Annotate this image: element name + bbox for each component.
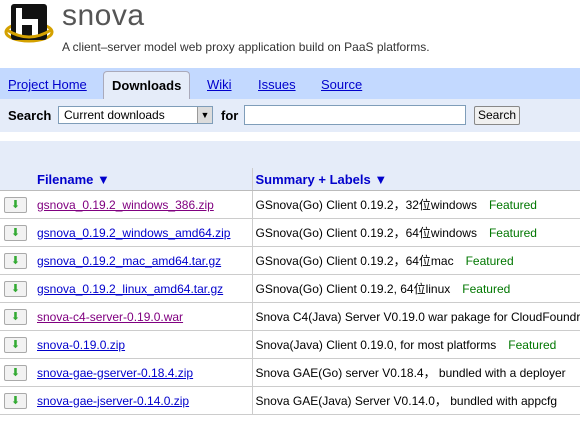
search-bar: Search Current downloads ▼ for Search	[0, 99, 580, 132]
project-tabs: Project Home Downloads Wiki Issues Sourc…	[0, 68, 580, 101]
download-arrow-icon[interactable]: ⬇	[4, 308, 27, 325]
filename-cell: snova-gae-jserver-0.14.0.zip	[34, 386, 253, 415]
downloads-table: Filename ▼ Summary + Labels ▼ ⬇ gsnova_0.…	[0, 168, 580, 415]
search-label: Search	[8, 108, 52, 123]
summary-cell: Snova C4(Java) Server V0.19.0 war pakage…	[252, 302, 580, 331]
summary-text: Snova GAE(Go) server V0.18.4， bundled wi…	[255, 366, 566, 380]
tab-wiki[interactable]: Wiki	[207, 77, 232, 92]
download-cell: ⬇	[0, 302, 34, 331]
table-row: ⬇ snova-gae-jserver-0.14.0.zip Snova GAE(J…	[0, 386, 580, 415]
download-arrow-icon[interactable]: ⬇	[4, 196, 27, 213]
download-cell: ⬇	[0, 190, 34, 219]
summary-text: GSnova(Go) Client 0.19.2，64位windows	[255, 226, 477, 240]
filename-link[interactable]: snova-0.19.0.zip	[37, 338, 125, 352]
filename-cell: snova-gae-gserver-0.18.4.zip	[34, 358, 253, 387]
summary-cell: GSnova(Go) Client 0.19.2，64位mac Featured	[252, 246, 580, 275]
chevron-down-icon[interactable]: ▼	[197, 107, 212, 123]
tab-project-home[interactable]: Project Home	[8, 77, 87, 92]
project-summary: A client–server model web proxy applicat…	[62, 40, 430, 54]
download-arrow-icon[interactable]: ⬇	[4, 224, 27, 241]
tab-downloads[interactable]: Downloads	[103, 71, 191, 101]
download-arrow-icon[interactable]: ⬇	[4, 252, 27, 269]
summary-cell: Snova(Java) Client 0.19.0, for most plat…	[252, 330, 580, 359]
filename-link[interactable]: snova-gae-gserver-0.18.4.zip	[37, 366, 193, 380]
search-scope-value: Current downloads	[64, 108, 165, 122]
project-logo-icon	[4, 4, 54, 43]
table-header-row: Filename ▼ Summary + Labels ▼	[0, 168, 580, 191]
tab-source[interactable]: Source	[321, 77, 362, 92]
table-row: ⬇ gsnova_0.19.2_mac_amd64.tar.gz GSnova(Go…	[0, 246, 580, 275]
project-name[interactable]: snova	[62, 0, 145, 33]
download-cell: ⬇	[0, 218, 34, 247]
table-row: ⬇ snova-0.19.0.zip Snova(Java) Client 0.19…	[0, 330, 580, 359]
filename-link[interactable]: snova-gae-jserver-0.14.0.zip	[37, 394, 189, 408]
filename-cell: snova-c4-server-0.19.0.war	[34, 302, 253, 331]
filename-cell: gsnova_0.19.2_linux_amd64.tar.gz	[34, 274, 253, 303]
tab-issues[interactable]: Issues	[258, 77, 296, 92]
summary-text: GSnova(Go) Client 0.19.2，32位windows	[255, 198, 477, 212]
filename-link[interactable]: snova-c4-server-0.19.0.war	[37, 310, 183, 324]
summary-text: Snova C4(Java) Server V0.19.0 war pakage…	[255, 309, 580, 324]
table-row: ⬇ snova-c4-server-0.19.0.war Snova C4(Java…	[0, 302, 580, 331]
search-scope-select[interactable]: Current downloads ▼	[58, 106, 213, 124]
download-column-header	[0, 168, 34, 191]
summary-text: Snova GAE(Java) Server V0.14.0， bundled …	[255, 394, 558, 408]
label-featured[interactable]: Featured	[466, 254, 514, 268]
filename-cell: gsnova_0.19.2_windows_amd64.zip	[34, 218, 253, 247]
download-arrow-icon[interactable]: ⬇	[4, 364, 27, 381]
download-cell: ⬇	[0, 358, 34, 387]
table-row: ⬇ gsnova_0.19.2_linux_amd64.tar.gz GSnova(…	[0, 274, 580, 303]
summary-cell: GSnova(Go) Client 0.19.2, 64位linux Featur…	[252, 274, 580, 303]
summary-cell: Snova GAE(Go) server V0.18.4， bundled wi…	[252, 358, 580, 387]
download-cell: ⬇	[0, 246, 34, 275]
label-featured[interactable]: Featured	[489, 198, 537, 212]
summary-cell: GSnova(Go) Client 0.19.2，64位windows Featu…	[252, 218, 580, 247]
filename-cell: gsnova_0.19.2_mac_amd64.tar.gz	[34, 246, 253, 275]
download-arrow-icon[interactable]: ⬇	[4, 392, 27, 409]
table-row: ⬇ snova-gae-gserver-0.18.4.zip Snova GAE(G…	[0, 358, 580, 387]
label-featured[interactable]: Featured	[462, 282, 510, 296]
label-featured[interactable]: Featured	[489, 226, 537, 240]
filename-link[interactable]: gsnova_0.19.2_linux_amd64.tar.gz	[37, 282, 223, 296]
project-header: snova A client–server model web proxy ap…	[0, 0, 580, 68]
filename-link[interactable]: gsnova_0.19.2_mac_amd64.tar.gz	[37, 254, 221, 268]
search-button[interactable]: Search	[474, 106, 520, 125]
download-arrow-icon[interactable]: ⬇	[4, 336, 27, 353]
filename-cell: snova-0.19.0.zip	[34, 330, 253, 359]
download-cell: ⬇	[0, 274, 34, 303]
summary-cell: GSnova(Go) Client 0.19.2，32位windows Featu…	[252, 190, 580, 219]
filename-cell: gsnova_0.19.2_windows_386.zip	[34, 190, 253, 219]
table-row: ⬇ gsnova_0.19.2_windows_386.zip GSnova(Go)…	[0, 190, 580, 219]
results-toolbar	[0, 141, 580, 168]
summary-cell: Snova GAE(Java) Server V0.14.0， bundled …	[252, 386, 580, 415]
download-cell: ⬇	[0, 330, 34, 359]
label-featured[interactable]: Featured	[508, 338, 556, 352]
summary-column-header[interactable]: Summary + Labels ▼	[252, 168, 580, 191]
download-arrow-icon[interactable]: ⬇	[4, 280, 27, 297]
search-input[interactable]	[244, 105, 466, 125]
for-label: for	[221, 108, 239, 123]
filename-link[interactable]: gsnova_0.19.2_windows_amd64.zip	[37, 226, 230, 240]
download-cell: ⬇	[0, 386, 34, 415]
filename-link[interactable]: gsnova_0.19.2_windows_386.zip	[37, 198, 214, 212]
summary-text: Snova(Java) Client 0.19.0, for most plat…	[255, 337, 497, 352]
filename-column-header[interactable]: Filename ▼	[34, 168, 253, 191]
summary-text: GSnova(Go) Client 0.19.2，64位mac	[255, 254, 454, 268]
summary-text: GSnova(Go) Client 0.19.2, 64位linux	[255, 282, 451, 296]
table-row: ⬇ gsnova_0.19.2_windows_amd64.zip GSnova(G…	[0, 218, 580, 247]
